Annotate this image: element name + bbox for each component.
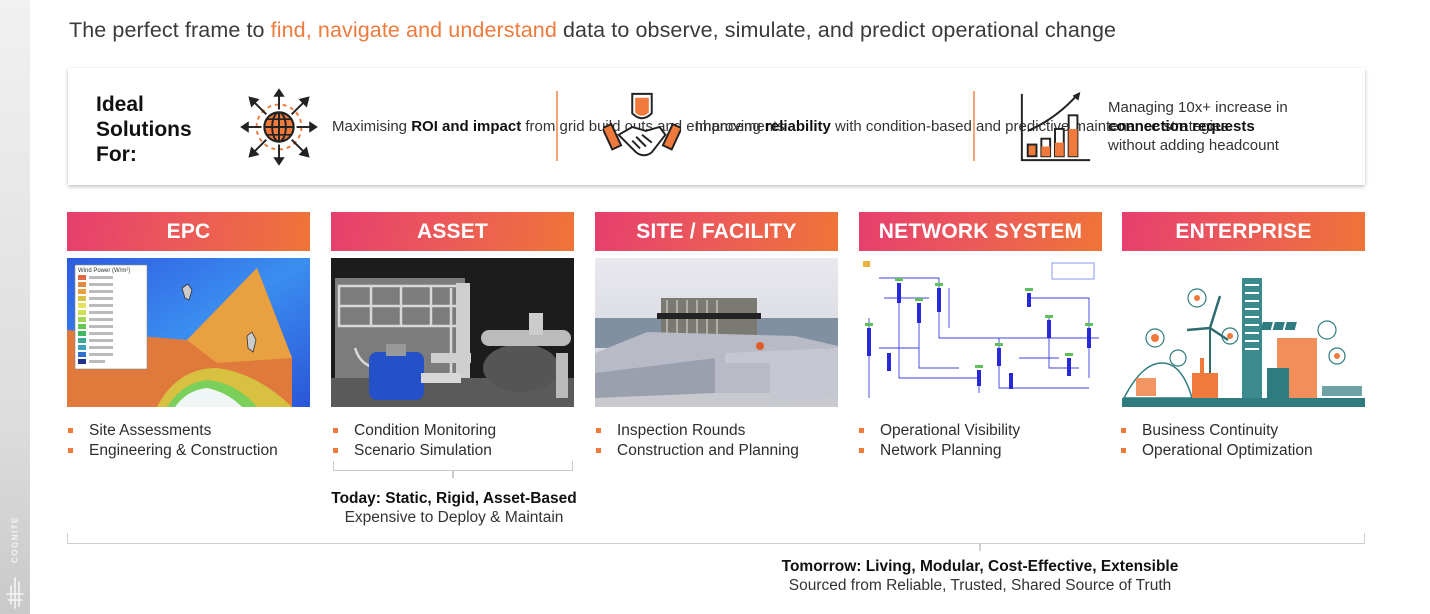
map-legend-title: Wind Power (W/m²) [78,268,130,274]
tomorrow-bracket [67,533,1365,544]
benefit-connections: Managing 10x+ increase in connection req… [1016,68,1288,185]
ideal-title-line: For: [96,143,137,166]
ideal-solutions-card: Ideal Solutions For: Maximising ROI and … [68,68,1365,185]
smart-city-image [1122,258,1365,407]
ideal-title-line: Ideal [96,93,144,116]
list-item: Condition Monitoring [332,421,496,441]
enterprise-bullet-list: Business Continuity Operational Optimiza… [1120,421,1313,460]
column-header-asset: ASSET [331,212,574,251]
list-item: Network Planning [858,441,1020,461]
benefit-post: without adding headcount [1108,137,1279,154]
tomorrow-caption: Tomorrow: Living, Modular, Cost-Effectiv… [740,557,1220,595]
column-header-site-facility: SITE / FACILITY [595,212,838,251]
wind-power-map-image: Wind Power (W/m²) [67,258,310,407]
point-cloud-equipment-image [331,258,574,407]
today-title: Today: Static, Rigid, Asset-Based [331,490,577,507]
brand-name: COGNITE [10,516,20,564]
ideal-solutions-title: Ideal Solutions For: [96,92,192,167]
list-item: Inspection Rounds [595,421,799,441]
list-item: Site Assessments [67,421,278,441]
today-caption: Today: Static, Rigid, Asset-Based Expens… [300,489,608,527]
column-header-enterprise: ENTERPRISE [1122,212,1365,251]
handshake-shield-icon [603,92,681,156]
subtitle-prefix: The perfect frame to [69,18,271,42]
list-item: Engineering & Construction [67,441,278,461]
today-bracket-tick [452,470,454,478]
benefit-pre: Improving [695,118,766,135]
today-subtitle: Expensive to Deploy & Maintain [344,509,564,526]
network-diagram-image [859,258,1102,407]
list-item: Operational Optimization [1120,441,1313,461]
globe-expand-icon [240,87,318,166]
list-item: Operational Visibility [858,421,1020,441]
benefit-bold: connection requests [1108,118,1255,135]
ideal-title-line: Solutions [96,118,192,141]
page-subtitle: The perfect frame to find, navigate and … [69,18,1116,43]
growth-chart-icon [1020,91,1091,161]
tomorrow-bracket-tick [979,544,981,551]
subtitle-suffix: data to observe, simulate, and predict o… [556,18,1117,42]
list-item: Business Continuity [1120,421,1313,441]
brand-sidebar: COGNITE [0,0,30,614]
benefit-bold: ROI and impact [411,118,522,135]
list-item: Construction and Planning [595,441,799,461]
cognite-logo-icon [6,577,24,609]
subtitle-highlight: find, navigate and understand [270,18,557,42]
benefit-divider [556,91,558,161]
facility-3d-model-image [595,258,838,407]
benefit-pre: Managing 10x+ increase in [1108,99,1288,116]
asset-bullet-list: Condition Monitoring Scenario Simulation [332,421,496,460]
list-item: Scenario Simulation [332,441,496,461]
epc-bullet-list: Site Assessments Engineering & Construct… [67,421,278,460]
tomorrow-subtitle: Sourced from Reliable, Trusted, Shared S… [788,577,1172,594]
column-header-network-system: NETWORK SYSTEM [859,212,1102,251]
column-header-epc: EPC [67,212,310,251]
benefit-bold: reliability [765,118,831,135]
tomorrow-title: Tomorrow: Living, Modular, Cost-Effectiv… [781,558,1179,575]
benefit-text: Managing 10x+ increase in connection req… [1108,98,1288,155]
benefit-pre: Maximising [332,118,412,135]
network-system-bullet-list: Operational Visibility Network Planning [858,421,1020,460]
site-facility-bullet-list: Inspection Rounds Construction and Plann… [595,421,799,460]
benefit-divider [973,91,975,161]
